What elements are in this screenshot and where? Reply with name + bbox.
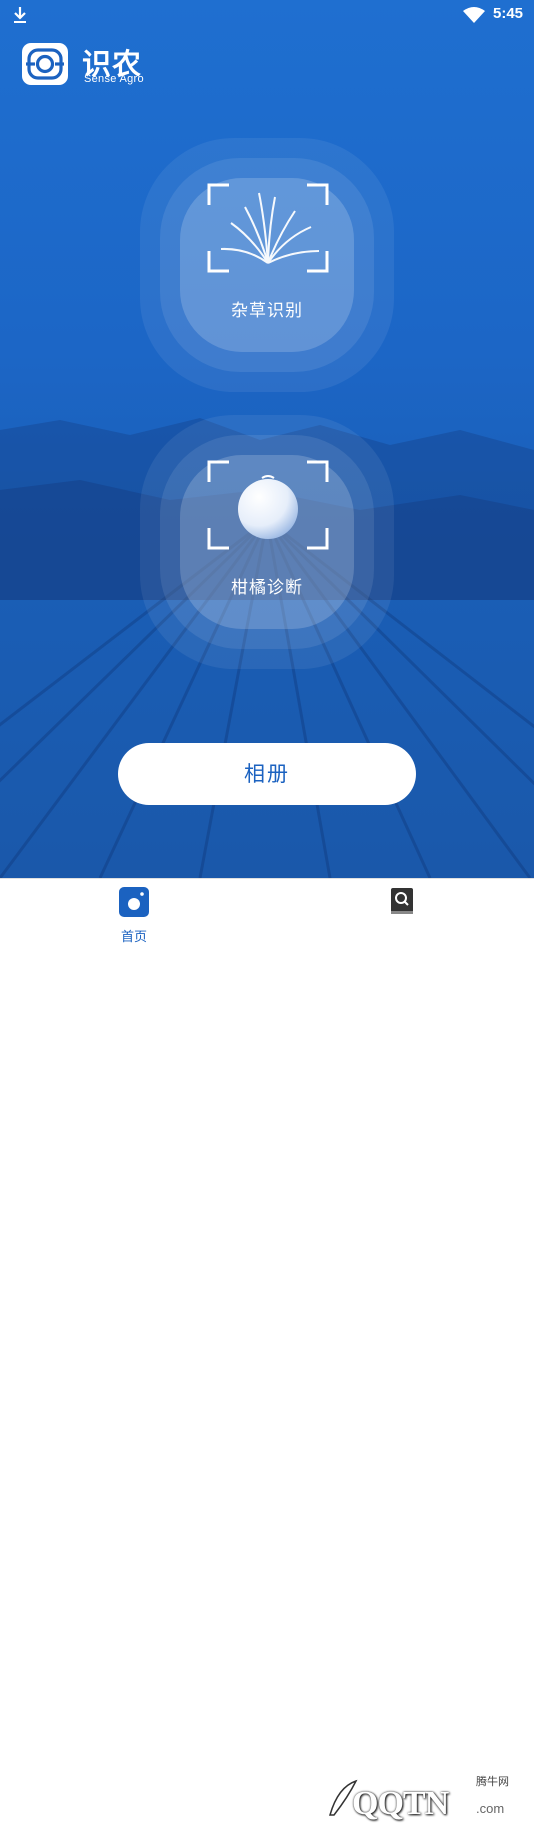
- app-name-en: Sense Agro: [84, 73, 144, 85]
- watermark-domain: .com: [476, 1801, 505, 1816]
- weed-grass-icon: [207, 183, 329, 273]
- album-button[interactable]: 相册: [118, 743, 416, 805]
- tab-library[interactable]: [342, 879, 462, 950]
- citrus-diagnosis-label: 柑橘诊断: [231, 578, 303, 598]
- weed-identification-label: 杂草识别: [231, 301, 303, 321]
- site-watermark: QQTN 腾牛网 .com: [328, 1769, 528, 1825]
- watermark-text: QQTN: [352, 1785, 449, 1822]
- home-screen: 5:45 识农 Sense Agro 杂草识别 柑橘诊断 相册: [0, 0, 534, 878]
- status-bar: 5:45: [0, 0, 534, 32]
- download-icon: [14, 7, 26, 23]
- citrus-diagnosis-card[interactable]: 柑橘诊断: [140, 415, 394, 669]
- citrus-fruit-icon: [207, 460, 329, 550]
- tab-home[interactable]: 首页: [74, 879, 194, 950]
- book-search-icon: [391, 888, 413, 914]
- app-logo: [22, 43, 68, 85]
- bottom-tab-bar: 首页 QQTN 腾牛网 .com: [0, 878, 534, 1822]
- weed-identification-card[interactable]: 杂草识别: [140, 138, 394, 392]
- camera-lens-icon: [26, 48, 64, 80]
- camera-icon: [119, 887, 149, 917]
- watermark-cn: 腾牛网: [476, 1775, 509, 1788]
- wifi-icon: [463, 7, 485, 23]
- status-time: 5:45: [493, 5, 524, 22]
- tab-home-label: 首页: [120, 930, 147, 945]
